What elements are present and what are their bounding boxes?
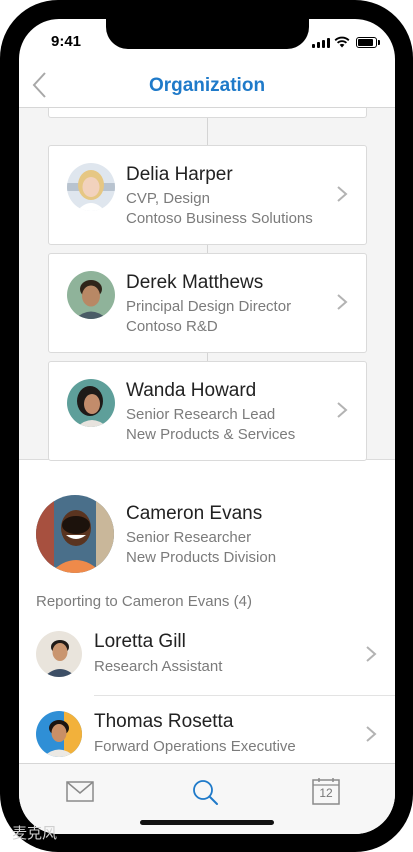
search-icon[interactable] <box>187 778 227 808</box>
avatar <box>67 379 115 427</box>
status-time: 9:41 <box>51 33 82 50</box>
person-name: Wanda Howard <box>126 380 257 401</box>
management-chain: Delia Harper CVP, Design Contoso Busines… <box>19 108 395 461</box>
manager-card-partial[interactable] <box>48 108 367 118</box>
navigation-bar: Organization <box>19 63 395 108</box>
mail-icon[interactable] <box>66 778 106 808</box>
avatar <box>36 631 82 677</box>
org-content: Delia Harper CVP, Design Contoso Busines… <box>19 108 395 763</box>
person-name: Derek Matthews <box>126 272 264 293</box>
person-department: New Products & Services <box>126 426 296 443</box>
avatar <box>36 711 82 757</box>
person-department: Contoso Business Solutions <box>126 210 313 227</box>
person-title: Senior Researcher <box>126 529 252 546</box>
manager-card-derek-matthews[interactable]: Derek Matthews Principal Design Director… <box>48 253 367 353</box>
person-title: CVP, Design <box>126 190 210 207</box>
person-department: Contoso R&D <box>126 318 218 335</box>
manager-card-delia-harper[interactable]: Delia Harper CVP, Design Contoso Busines… <box>48 145 367 245</box>
manager-card-wanda-howard[interactable]: Wanda Howard Senior Research Lead New Pr… <box>48 361 367 461</box>
person-name: Loretta Gill <box>94 631 186 652</box>
calendar-date: 12 <box>319 786 333 800</box>
chevron-right-icon <box>366 726 377 742</box>
person-name: Cameron Evans <box>126 503 263 524</box>
person-title: Senior Research Lead <box>126 406 276 423</box>
watermark-text: 麦克风 <box>12 825 58 842</box>
chevron-right-icon <box>337 186 348 202</box>
person-department: New Products Division <box>126 549 277 566</box>
person-name: Delia Harper <box>126 164 233 185</box>
chevron-right-icon <box>337 294 348 310</box>
page-title: Organization <box>148 75 266 96</box>
avatar-large <box>36 495 114 573</box>
reports-section-label: Reporting to Cameron Evans (4) <box>36 593 252 610</box>
avatar <box>67 271 115 319</box>
signal-icon <box>312 38 330 48</box>
person-name: Thomas Rosetta <box>94 711 234 732</box>
calendar-icon[interactable]: 12 <box>312 778 352 808</box>
report-row-loretta-gill[interactable]: Loretta Gill Research Assistant <box>19 616 395 696</box>
battery-icon <box>356 37 380 48</box>
wifi-icon <box>334 36 350 48</box>
chevron-right-icon <box>366 646 377 662</box>
home-indicator[interactable] <box>140 820 274 825</box>
phone-frame: 9:41 Organization Delia Harper CVP, Desi… <box>0 0 413 852</box>
person-title: Principal Design Director <box>126 298 292 315</box>
avatar <box>67 163 115 211</box>
person-title: Research Assistant <box>94 658 223 675</box>
person-title: Forward Operations Executive <box>94 738 296 755</box>
app-screen: 9:41 Organization Delia Harper CVP, Desi… <box>19 19 395 834</box>
device-notch <box>106 19 309 49</box>
chevron-right-icon <box>337 402 348 418</box>
